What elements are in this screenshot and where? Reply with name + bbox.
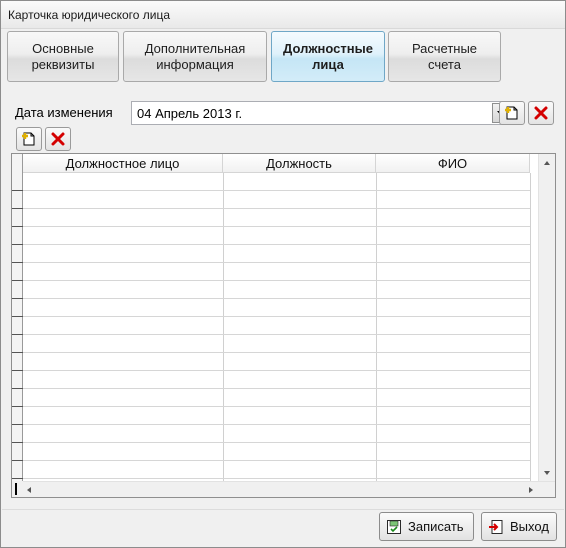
row-header-tick [12,316,23,317]
scroll-right-arrow-icon[interactable] [527,486,535,494]
delete-row-button[interactable] [45,127,71,151]
scroll-up-arrow-icon[interactable] [543,159,551,167]
row-header-tick [12,460,23,461]
tab-officials[interactable]: Должностные лица [271,31,385,82]
row-line [23,478,530,479]
row-line [23,226,530,227]
row-line [23,208,530,209]
row-line [23,424,530,425]
exit-button-label: Выход [510,519,549,534]
row-header-tick [12,352,23,353]
save-button-label: Записать [408,519,464,534]
row-header-tick [12,208,23,209]
table-header: Должностное лицо Должность ФИО [12,154,530,173]
row-header-tick [12,334,23,335]
row-line [23,262,530,263]
row-header-tick [12,442,23,443]
row-line [23,442,530,443]
date-value: 04 Апрель 2013 г. [137,106,243,121]
add-row-button[interactable] [16,127,42,151]
row-header-tick [12,478,23,479]
column-divider [530,173,531,482]
row-line [23,190,530,191]
save-icon [387,519,401,534]
tab-label: Должностные лица [283,40,373,72]
scroll-left-arrow-icon[interactable] [25,486,33,494]
row-header-tick [12,280,23,281]
tab-additional-info[interactable]: Дополнительная информация [123,31,267,82]
scroll-down-arrow-icon[interactable] [543,469,551,477]
row-line [23,370,530,371]
row-header-tick [12,190,23,191]
column-header-official[interactable]: Должностное лицо [23,154,223,173]
column-divider [223,173,224,482]
row-header-tick [12,244,23,245]
row-header-tick [12,226,23,227]
vertical-scrollbar[interactable] [538,154,555,482]
date-label: Дата изменения [15,105,113,120]
exit-button[interactable]: Выход [481,512,557,541]
exit-icon [489,519,503,534]
row-header-tick [12,406,23,407]
delete-x-icon [51,132,65,146]
column-header-full-name[interactable]: ФИО [376,154,530,173]
column-divider [376,173,377,482]
row-line [23,352,530,353]
footer-divider [2,509,564,510]
row-line [23,280,530,281]
column-header-position[interactable]: Должность [223,154,376,173]
row-line [23,406,530,407]
row-header-tick [12,424,23,425]
row-line [23,316,530,317]
title-bar: Карточка юридического лица [1,1,565,29]
delete-x-icon [534,106,548,120]
tab-label: Дополнительная информация [144,40,246,72]
row-header-tick [12,298,23,299]
window-title: Карточка юридического лица [8,8,171,22]
save-button[interactable]: Записать [379,512,474,541]
row-header-column [12,154,23,482]
horizontal-scrollbar[interactable] [23,481,555,497]
row-header-tick [12,388,23,389]
tab-bank-accounts[interactable]: Расчетные счета [388,31,501,82]
main-window: Карточка юридического лица Основные рекв… [0,0,566,548]
current-row-marker [12,481,23,497]
row-line [23,298,530,299]
tab-label: Расчетные счета [411,40,478,72]
add-document-icon [22,132,35,146]
date-filter-row: Дата изменения 04 Апрель 2013 г. [15,101,555,125]
tab-main-details[interactable]: Основные реквизиты [7,31,119,82]
tab-label: Основные реквизиты [31,40,95,72]
row-header-tick [12,370,23,371]
officials-table[interactable]: Должностное лицо Должность ФИО [11,153,556,498]
row-line [23,460,530,461]
row-line [23,334,530,335]
row-line [23,244,530,245]
row-header-tick [12,262,23,263]
delete-date-button[interactable] [528,101,554,125]
add-document-icon [505,106,518,120]
date-select[interactable]: 04 Апрель 2013 г. [131,101,511,125]
tab-strip: Основные реквизиты Дополнительная информ… [7,31,507,83]
row-line [23,388,530,389]
add-date-button[interactable] [499,101,525,125]
